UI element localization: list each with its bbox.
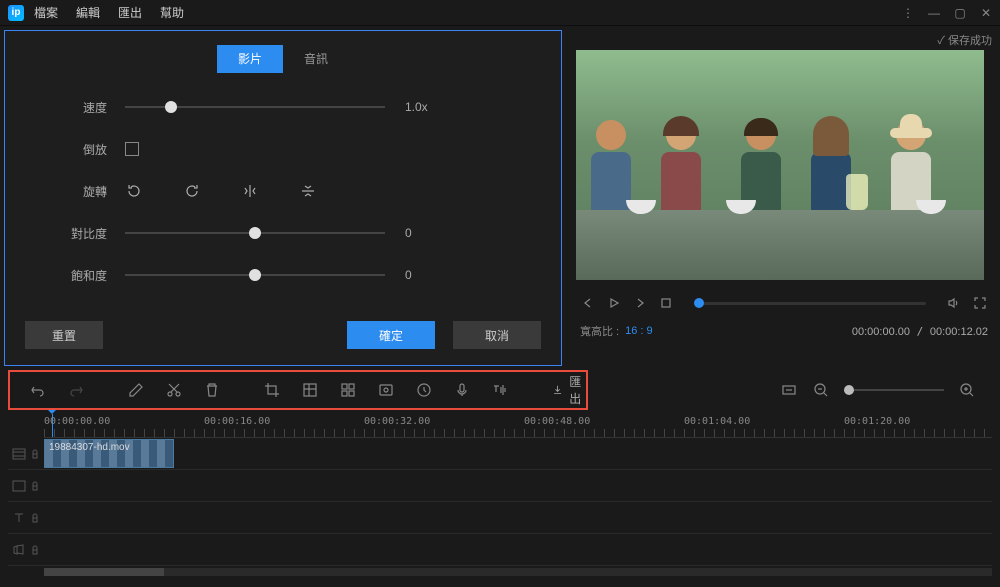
app-logo: ip [8, 5, 24, 21]
speed-slider[interactable] [125, 106, 385, 108]
edit-panel: 影片 音訊 速度 1.0x 倒放 旋轉 [4, 30, 562, 366]
reverse-checkbox[interactable] [125, 142, 139, 156]
reset-button[interactable]: 重置 [25, 321, 103, 349]
next-frame-icon[interactable] [632, 295, 648, 311]
cut-icon[interactable] [166, 381, 182, 399]
time-tick: 00:00:32.00 [364, 416, 430, 427]
timeline-scrollbar[interactable] [44, 568, 992, 576]
saturation-value: 0 [405, 268, 445, 282]
menu-bar: ip 檔案 編輯 匯出 幫助 ⋮ — ▢ ✕ [0, 0, 1000, 26]
stop-icon[interactable] [658, 295, 674, 311]
video-track[interactable]: 19884307-hd.mov [44, 438, 992, 469]
tab-audio[interactable]: 音訊 [283, 45, 349, 73]
maximize-icon[interactable]: ▢ [954, 7, 966, 19]
minimize-icon[interactable]: — [928, 7, 940, 19]
flip-vertical-icon[interactable] [299, 182, 317, 200]
audio-track-head [8, 543, 44, 557]
undo-icon[interactable] [30, 381, 46, 399]
prev-frame-icon[interactable] [580, 295, 596, 311]
time-tick: 00:00:48.00 [524, 416, 590, 427]
timeline-toolbar: 匯出 [8, 370, 588, 410]
menu-export[interactable]: 匯出 [118, 4, 142, 21]
menu-help[interactable]: 幫助 [160, 4, 184, 21]
text-to-speech-icon[interactable] [492, 381, 508, 399]
timeline: 00:00:00.00 00:00:16.00 00:00:32.00 00:00:4… [0, 414, 1000, 576]
time-tick: 00:01:04.00 [684, 416, 750, 427]
voiceover-icon[interactable] [454, 381, 470, 399]
speed-label: 速度 [25, 99, 125, 116]
freeze-frame-icon[interactable] [378, 381, 394, 399]
preview-viewport [576, 50, 984, 280]
speed-value: 1.0x [405, 100, 445, 114]
contrast-slider[interactable] [125, 232, 385, 234]
zoom-in-icon[interactable] [958, 381, 976, 399]
video-track-2-head [8, 479, 44, 493]
video-track-head [8, 447, 44, 461]
audio-track[interactable] [44, 534, 992, 565]
redo-icon[interactable] [68, 381, 84, 399]
preview-progress[interactable] [694, 302, 926, 305]
text-track[interactable] [44, 502, 992, 533]
saturation-slider[interactable] [125, 274, 385, 276]
rotate-ccw-icon[interactable] [125, 182, 143, 200]
close-icon[interactable]: ✕ [980, 7, 992, 19]
preview-panel: ✓ 保存成功 寬高比 : 16 : 9 [562, 26, 1000, 366]
time-display: 00:00:00.00 / 00:00:12.02 [852, 325, 988, 338]
menu-file[interactable]: 檔案 [34, 4, 58, 21]
zoom-out-icon[interactable] [812, 381, 830, 399]
time-tick: 00:00:16.00 [204, 416, 270, 427]
text-track-head [8, 511, 44, 525]
mosaic-icon[interactable] [302, 381, 318, 399]
export-button[interactable]: 匯出 [552, 373, 586, 407]
time-tick: 00:00:00.00 [44, 416, 110, 427]
video-clip[interactable]: 19884307-hd.mov [44, 439, 174, 468]
time-ruler[interactable]: 00:00:00.00 00:00:16.00 00:00:32.00 00:00:4… [44, 414, 992, 438]
duration-icon[interactable] [416, 381, 432, 399]
tab-video[interactable]: 影片 [217, 45, 283, 73]
contrast-label: 對比度 [25, 225, 125, 242]
edit-icon[interactable] [128, 381, 144, 399]
grid-icon[interactable] [340, 381, 356, 399]
rotate-label: 旋轉 [25, 183, 125, 200]
rotate-cw-icon[interactable] [183, 182, 201, 200]
aspect-ratio-value[interactable]: 16 : 9 [625, 325, 653, 337]
flip-horizontal-icon[interactable] [241, 182, 259, 200]
fullscreen-icon[interactable] [972, 295, 988, 311]
save-status: ✓ 保存成功 [576, 32, 992, 50]
cancel-button[interactable]: 取消 [453, 321, 541, 349]
saturation-label: 飽和度 [25, 267, 125, 284]
delete-icon[interactable] [204, 381, 220, 399]
time-tick: 00:01:20.00 [844, 416, 910, 427]
crop-icon[interactable] [264, 381, 280, 399]
ok-button[interactable]: 確定 [347, 321, 435, 349]
play-icon[interactable] [606, 295, 622, 311]
aspect-ratio-label: 寬高比 : [580, 323, 619, 339]
zoom-slider[interactable] [844, 389, 944, 391]
menu-edit[interactable]: 編輯 [76, 4, 100, 21]
contrast-value: 0 [405, 226, 445, 240]
video-track-2[interactable] [44, 470, 992, 501]
reverse-label: 倒放 [25, 141, 125, 158]
fit-icon[interactable] [780, 381, 798, 399]
volume-icon[interactable] [946, 295, 962, 311]
more-icon[interactable]: ⋮ [902, 7, 914, 19]
